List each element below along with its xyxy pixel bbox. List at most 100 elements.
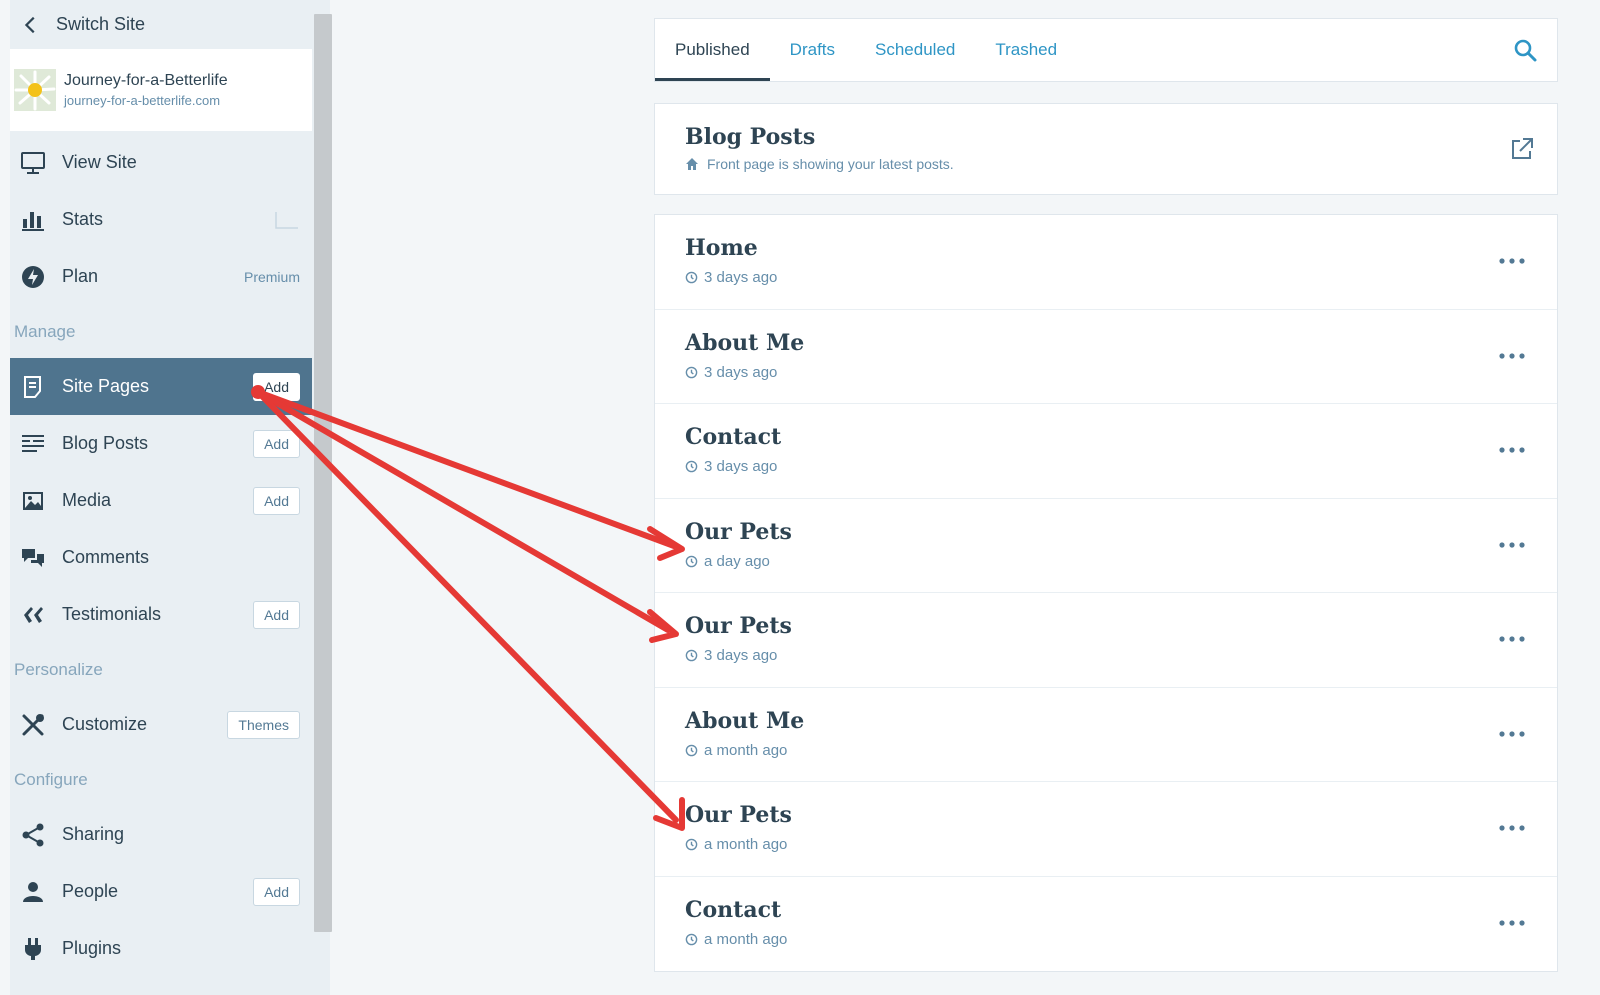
sidebar-item-label: Testimonials (62, 604, 162, 624)
sidebar-item-plugins[interactable]: Plugins (10, 920, 312, 977)
more-options-icon[interactable] (1497, 444, 1527, 456)
tab-drafts[interactable]: Drafts (770, 19, 855, 81)
clock-icon (685, 933, 698, 945)
page-title[interactable]: About Me (685, 330, 1527, 356)
page-title[interactable]: Home (685, 235, 1527, 261)
page-time: a month ago (704, 930, 788, 948)
sidebar-item-view-site[interactable]: View Site (10, 134, 312, 191)
blog-posts-subtitle: Front page is showing your latest posts. (707, 156, 954, 172)
switch-site-label: Switch Site (56, 14, 146, 34)
list-item[interactable]: Contact 3 days ago (655, 404, 1557, 499)
more-options-icon[interactable] (1497, 255, 1527, 267)
list-item[interactable]: Our Pets a day ago (655, 499, 1557, 593)
home-icon (686, 158, 698, 170)
sparkline-icon (275, 211, 298, 229)
page-time: a month ago (704, 741, 788, 759)
list-item[interactable]: About Me a month ago (655, 688, 1557, 782)
page-time: a day ago (704, 552, 770, 570)
clock-icon (685, 271, 698, 284)
page-title[interactable]: Contact (685, 897, 1527, 923)
clock-icon (685, 460, 698, 473)
page-time: a month ago (704, 836, 788, 853)
scrollbar-thumb[interactable] (314, 14, 332, 932)
more-options-icon[interactable] (1497, 917, 1527, 929)
sidebar-item-label: Plan (62, 266, 99, 286)
sidebar-item-people[interactable]: People Add (10, 863, 312, 920)
more-options-icon[interactable] (1497, 539, 1527, 551)
sidebar-item-customize[interactable]: Customize Themes (10, 696, 312, 753)
tab-scheduled[interactable]: Scheduled (855, 19, 975, 81)
share-icon (20, 822, 46, 848)
tab-trashed[interactable]: Trashed (975, 19, 1077, 81)
clock-icon (685, 838, 698, 851)
sidebar-item-comments[interactable]: Comments (10, 529, 312, 586)
add-person-button[interactable]: Add (253, 877, 300, 906)
page-title[interactable]: Our Pets (685, 802, 1527, 828)
chevron-left-icon (24, 16, 35, 33)
add-testimonial-button[interactable]: Add (253, 600, 300, 629)
tab-published[interactable]: Published (655, 19, 770, 81)
page-title[interactable]: Contact (685, 424, 1527, 450)
page-title[interactable]: About Me (685, 708, 1527, 734)
page-title[interactable]: Our Pets (685, 519, 1527, 545)
clock-icon (685, 555, 698, 567)
plan-icon (20, 264, 46, 290)
sidebar-item-label: Customize (62, 714, 148, 734)
site-url: journey-for-a-betterlife.com (64, 93, 221, 108)
plan-badge: Premium (243, 268, 300, 285)
sidebar-item-plan[interactable]: Plan Premium (10, 248, 312, 305)
blog-posts-card[interactable]: Blog Posts Front page is showing your la… (654, 103, 1558, 195)
sidebar-item-label: Stats (62, 209, 104, 229)
sidebar-item-blog-posts[interactable]: Blog Posts Add (10, 415, 312, 472)
clock-icon (685, 366, 698, 378)
site-card[interactable]: Journey-for-a-Betterlife journey-for-a-b… (10, 49, 312, 131)
list-item[interactable]: Contact a month ago (655, 877, 1557, 972)
blog-posts-title: Blog Posts (685, 124, 816, 150)
sidebar-item-label: Comments (62, 547, 150, 567)
sidebar-item-stats[interactable]: Stats (10, 191, 312, 248)
section-heading-personalize: Personalize (14, 659, 103, 679)
blog-posts-subtitle-row: Front page is showing your latest posts. (685, 156, 1527, 172)
page-time: 3 days ago (704, 458, 778, 475)
list-item[interactable]: About Me 3 days ago (655, 310, 1557, 404)
sidebar-item-label: View Site (62, 152, 137, 172)
sidebar: Switch Site Journey-for-a-Betterlife jou… (10, 0, 312, 995)
page-title[interactable]: Our Pets (685, 613, 1527, 639)
list-item[interactable]: Our Pets a month ago (655, 782, 1557, 877)
site-name: Journey-for-a-Betterlife (64, 72, 228, 89)
comments-icon (20, 545, 46, 571)
more-options-icon[interactable] (1497, 728, 1527, 740)
clock-icon (685, 744, 698, 756)
list-item[interactable]: Our Pets 3 days ago (655, 593, 1557, 688)
page-icon (20, 374, 46, 400)
sidebar-item-sharing[interactable]: Sharing (10, 806, 312, 863)
switch-site-button[interactable]: Switch Site (10, 0, 312, 49)
site-logo-daisy-icon (14, 69, 56, 111)
sidebar-scrollbar[interactable] (312, 0, 332, 995)
sidebar-item-label: Site Pages (62, 376, 150, 396)
add-page-button[interactable]: Add (253, 372, 300, 401)
add-media-button[interactable]: Add (253, 486, 300, 515)
search-button[interactable] (1493, 19, 1557, 81)
bar-chart-icon (20, 207, 46, 233)
page-list: Home 3 days ago About Me 3 days ago Cont… (654, 214, 1558, 972)
plug-icon (20, 936, 46, 962)
external-link-icon[interactable] (1509, 136, 1535, 162)
quote-icon (20, 602, 46, 628)
add-post-button[interactable]: Add (253, 429, 300, 458)
section-heading-manage: Manage (14, 321, 76, 341)
sidebar-item-site-pages[interactable]: Site Pages Add (10, 358, 312, 415)
more-options-icon[interactable] (1497, 633, 1527, 645)
monitor-icon (20, 150, 46, 176)
themes-button[interactable]: Themes (227, 710, 300, 739)
image-icon (20, 488, 46, 514)
section-nav: Published Drafts Scheduled Trashed (654, 18, 1558, 82)
sidebar-item-label: Blog Posts (62, 433, 149, 453)
search-icon (1514, 39, 1537, 62)
list-item[interactable]: Home 3 days ago (655, 215, 1557, 310)
sidebar-item-media[interactable]: Media Add (10, 472, 312, 529)
more-options-icon[interactable] (1497, 350, 1527, 362)
more-options-icon[interactable] (1497, 822, 1527, 834)
sidebar-item-testimonials[interactable]: Testimonials Add (10, 586, 312, 643)
page-time: 3 days ago (704, 363, 778, 381)
